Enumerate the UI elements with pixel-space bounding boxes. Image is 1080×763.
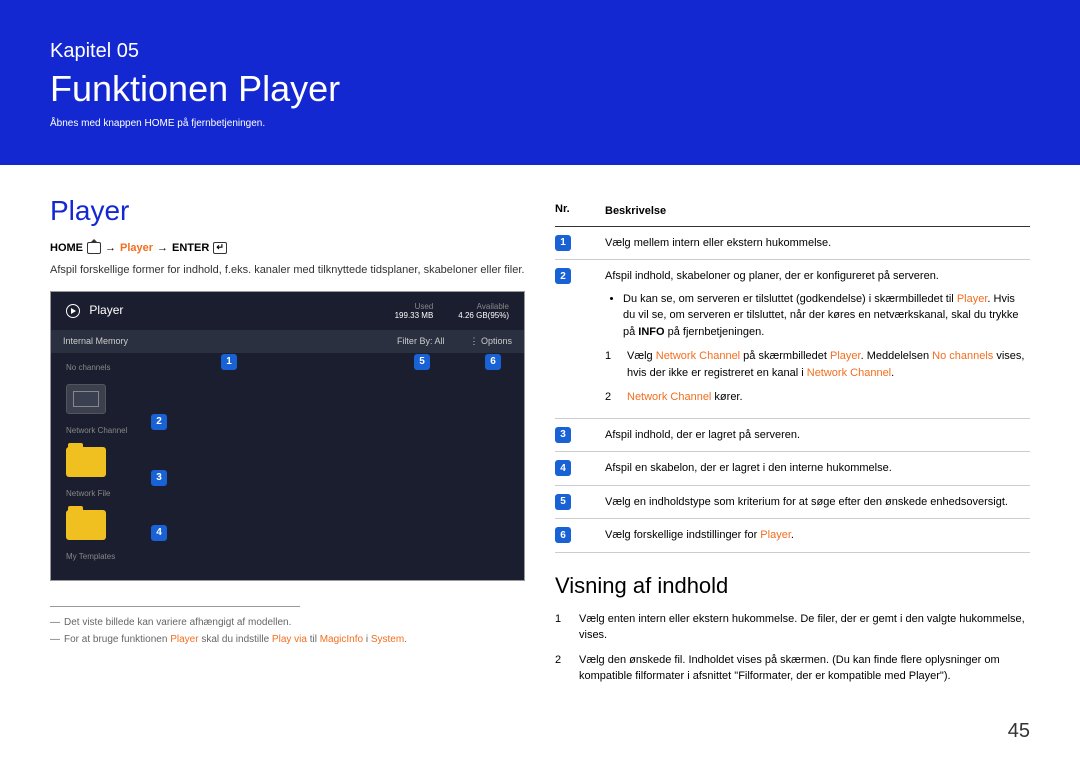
- table-row: 5 Vælg en indholdstype som kriterium for…: [555, 486, 1030, 520]
- breadcrumb-home: HOME: [50, 242, 83, 254]
- calendar-icon: [66, 384, 106, 414]
- callout-badge-5: 5: [414, 354, 430, 370]
- folder-icon: [66, 510, 106, 540]
- step-row: 2 Vælg den ønskede fil. Indholdet vises …: [555, 652, 1030, 685]
- breadcrumb: HOME → Player → ENTER: [50, 242, 525, 254]
- player-screenshot: Player Used 199.33 MB Available 4.26 GB(…: [50, 291, 525, 581]
- internal-memory-item: Internal Memory: [63, 336, 128, 346]
- callout-badge-3: 3: [151, 470, 167, 486]
- callout-badge-2: 2: [151, 414, 167, 430]
- table-header-nr: Nr.: [555, 203, 605, 220]
- item-network-file: [66, 443, 509, 481]
- left-column: Player HOME → Player → ENTER Afspil fors…: [50, 195, 525, 693]
- table-row: 6 Vælg forskellige indstillinger for Pla…: [555, 519, 1030, 553]
- chapter-label: Kapitel 05: [50, 40, 1030, 63]
- item-network-channel: [66, 380, 509, 418]
- callout-badge-6: 6: [485, 354, 501, 370]
- filter-item: Filter By: All: [397, 336, 445, 346]
- bullet-item: Du kan se, om serveren er tilsluttet (go…: [623, 291, 1030, 341]
- storage-info: Used 199.33 MB Available 4.26 GB(95%): [395, 302, 509, 320]
- page-header: Kapitel 05 Funktionen Player Åbnes med k…: [0, 0, 1080, 165]
- callout-badge-4: 4: [151, 525, 167, 541]
- table-row: 1 Vælg mellem intern eller ekstern hukom…: [555, 227, 1030, 261]
- row-badge-2: 2: [555, 268, 571, 284]
- play-icon: [66, 304, 80, 318]
- folder-icon: [66, 447, 106, 477]
- row-badge-5: 5: [555, 494, 571, 510]
- chapter-title: Funktionen Player: [50, 68, 1030, 110]
- right-column: Nr. Beskrivelse 1 Vælg mellem intern ell…: [555, 195, 1030, 693]
- screenshot-title: Player: [66, 303, 123, 318]
- row-badge-6: 6: [555, 527, 571, 543]
- subsection-title: Visning af indhold: [555, 573, 1030, 599]
- table-row: 4 Afspil en skabelon, der er lagret i de…: [555, 452, 1030, 486]
- divider: [50, 606, 300, 607]
- footnote-2: For at bruge funktionen Player skal du i…: [50, 634, 525, 645]
- table-row: 2 Afspil indhold, skabeloner og planer, …: [555, 260, 1030, 419]
- screenshot-menu-bar: Internal Memory Filter By: All ⋮ Options: [51, 330, 524, 353]
- breadcrumb-player: Player: [120, 242, 153, 254]
- row-badge-3: 3: [555, 427, 571, 443]
- section-title-player: Player: [50, 195, 525, 227]
- home-icon: [87, 242, 101, 254]
- step-row: 1 Vælg enten intern eller ekstern hukomm…: [555, 611, 1030, 644]
- header-subtitle: Åbnes med knappen HOME på fjernbetjening…: [50, 118, 1030, 129]
- table-header-desc: Beskrivelse: [605, 203, 1030, 220]
- intro-text: Afspil forskellige former for indhold, f…: [50, 262, 525, 279]
- item-my-templates: [66, 506, 509, 544]
- row-badge-4: 4: [555, 460, 571, 476]
- table-row: 3 Afspil indhold, der er lagret på serve…: [555, 419, 1030, 453]
- footnote-1: Det viste billede kan variere afhængigt …: [50, 617, 525, 628]
- breadcrumb-enter: ENTER: [172, 242, 209, 254]
- enter-icon: [213, 242, 227, 254]
- options-item: ⋮ Options: [469, 336, 512, 347]
- page-number: 45: [1008, 720, 1030, 743]
- description-table: Nr. Beskrivelse 1 Vælg mellem intern ell…: [555, 195, 1030, 553]
- row-badge-1: 1: [555, 235, 571, 251]
- callout-badge-1: 1: [221, 354, 237, 370]
